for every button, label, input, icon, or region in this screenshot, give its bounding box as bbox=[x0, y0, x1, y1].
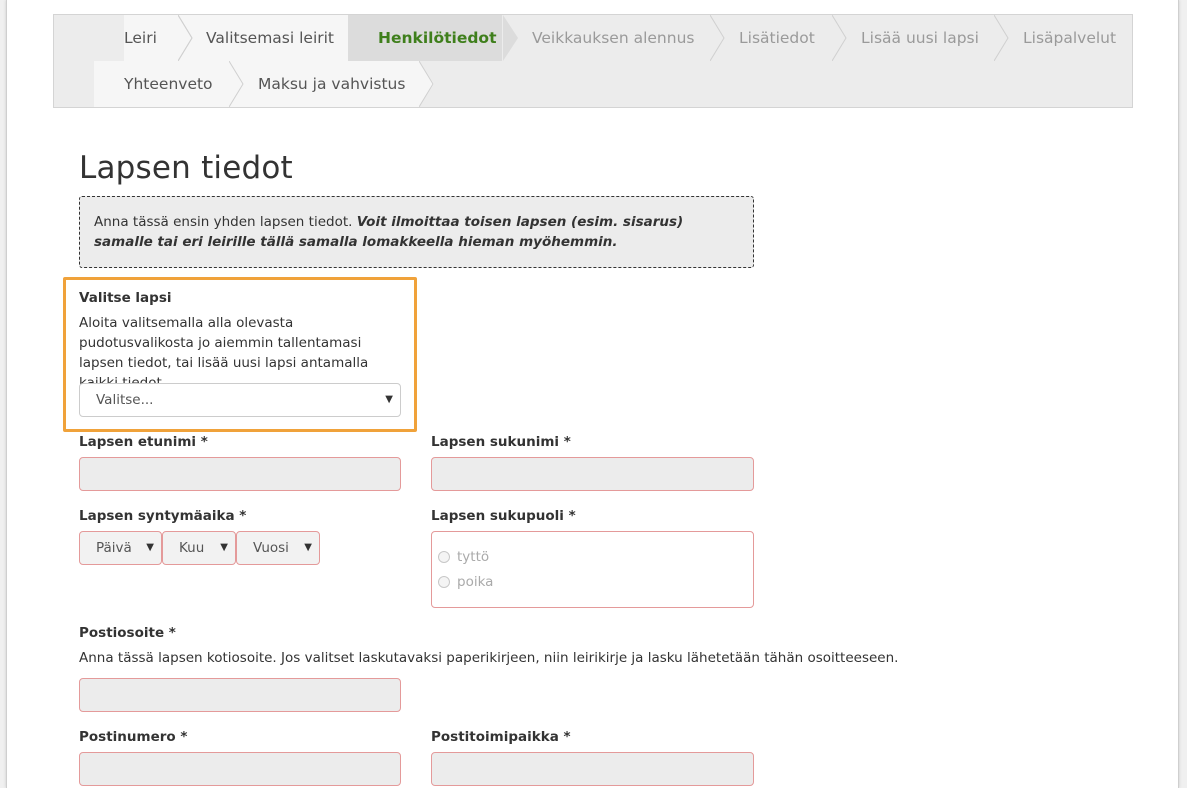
chevron-right-icon bbox=[229, 61, 245, 107]
birth-day-select[interactable]: Päivä ▼ bbox=[79, 531, 162, 565]
last-name-input[interactable] bbox=[431, 457, 754, 491]
caret-down-icon: ▼ bbox=[304, 542, 312, 553]
wizard-step-maksu-ja-vahvistus[interactable]: Maksu ja vahvistus bbox=[228, 61, 420, 107]
birth-year-select[interactable]: Vuosi ▼ bbox=[236, 531, 320, 565]
caret-down-icon: ▼ bbox=[220, 542, 228, 553]
birth-month-value: Kuu bbox=[179, 540, 205, 556]
chevron-right-icon bbox=[832, 15, 848, 61]
address-help: Anna tässä lapsen kotiosoite. Jos valits… bbox=[79, 650, 899, 666]
gender-option-boy[interactable]: poika bbox=[438, 574, 493, 590]
chevron-right-icon bbox=[994, 15, 1010, 61]
gender-label: Lapsen sukupuoli * bbox=[431, 508, 576, 524]
caret-down-icon: ▼ bbox=[146, 542, 154, 553]
wizard-step-veikkauksen-alennus[interactable]: Veikkauksen alennus bbox=[502, 15, 710, 61]
city-input[interactable] bbox=[431, 752, 754, 786]
wizard-step-lisapalvelut[interactable]: Lisäpalvelut bbox=[993, 15, 1132, 61]
info-notice: Anna tässä ensin yhden lapsen tiedot. Vo… bbox=[79, 196, 754, 268]
wizard-step-henkilotiedot[interactable]: Henkilötiedot bbox=[348, 15, 504, 61]
last-name-label: Lapsen sukunimi * bbox=[431, 434, 571, 450]
birthdate-label: Lapsen syntymäaika * bbox=[79, 508, 247, 524]
wizard-step-label: Lisätiedot bbox=[739, 29, 815, 47]
chevron-right-icon bbox=[710, 15, 726, 61]
wizard-step-label: Lisäpalvelut bbox=[1023, 29, 1117, 47]
postal-code-label: Postinumero * bbox=[79, 729, 188, 745]
wizard-step-label: Henkilötiedot bbox=[378, 29, 497, 47]
caret-down-icon: ▼ bbox=[385, 394, 393, 405]
wizard-step-leiri[interactable]: Leiri bbox=[124, 15, 182, 61]
page-container: Leiri Valitsemasi leirit Henkilötiedot V… bbox=[6, 0, 1179, 788]
wizard-step-label: Maksu ja vahvistus bbox=[258, 75, 406, 93]
wizard-step-lisaa-uusi-lapsi[interactable]: Lisää uusi lapsi bbox=[831, 15, 994, 61]
wizard-step-label: Valitsemasi leirit bbox=[206, 29, 335, 47]
wizard-step-label: Lisää uusi lapsi bbox=[861, 29, 979, 47]
birth-year-value: Vuosi bbox=[253, 540, 289, 556]
wizard-step-yhteenveto[interactable]: Yhteenveto bbox=[94, 61, 230, 107]
city-label: Postitoimipaikka * bbox=[431, 729, 571, 745]
radio-button[interactable] bbox=[438, 576, 450, 588]
wizard-step-label: Veikkauksen alennus bbox=[532, 29, 695, 47]
gender-radio-group: tyttö poika bbox=[431, 531, 754, 608]
wizard-step-lisatiedot[interactable]: Lisätiedot bbox=[709, 15, 832, 61]
radio-button[interactable] bbox=[438, 551, 450, 563]
wizard-step-valitsemasi-leirit[interactable]: Valitsemasi leirit bbox=[176, 15, 348, 61]
select-child-label: Valitse lapsi bbox=[79, 290, 172, 306]
chevron-right-icon bbox=[178, 15, 194, 61]
postal-code-input[interactable] bbox=[79, 752, 401, 786]
select-child-value: Valitse... bbox=[96, 392, 154, 408]
birth-month-select[interactable]: Kuu ▼ bbox=[162, 531, 236, 565]
gender-option-girl[interactable]: tyttö bbox=[438, 549, 489, 565]
wizard-step-label: Yhteenveto bbox=[124, 75, 213, 93]
first-name-label: Lapsen etunimi * bbox=[79, 434, 208, 450]
gender-option-label: tyttö bbox=[457, 549, 490, 565]
page-title: Lapsen tiedot bbox=[79, 150, 293, 186]
address-input[interactable] bbox=[79, 678, 401, 712]
chevron-right-icon bbox=[503, 15, 519, 61]
wizard-step-label: Leiri bbox=[124, 29, 157, 47]
gender-option-label: poika bbox=[457, 574, 494, 590]
first-name-input[interactable] bbox=[79, 457, 401, 491]
chevron-right-icon bbox=[419, 61, 435, 107]
select-child-help: Aloita valitsemalla alla olevasta pudotu… bbox=[79, 315, 369, 391]
wizard-breadcrumb: Leiri Valitsemasi leirit Henkilötiedot V… bbox=[53, 14, 1133, 108]
notice-text: Anna tässä ensin yhden lapsen tiedot. bbox=[94, 214, 353, 230]
address-label: Postiosoite * bbox=[79, 625, 176, 641]
birth-day-value: Päivä bbox=[96, 540, 132, 556]
select-child-dropdown[interactable]: Valitse... ▼ bbox=[79, 383, 401, 417]
